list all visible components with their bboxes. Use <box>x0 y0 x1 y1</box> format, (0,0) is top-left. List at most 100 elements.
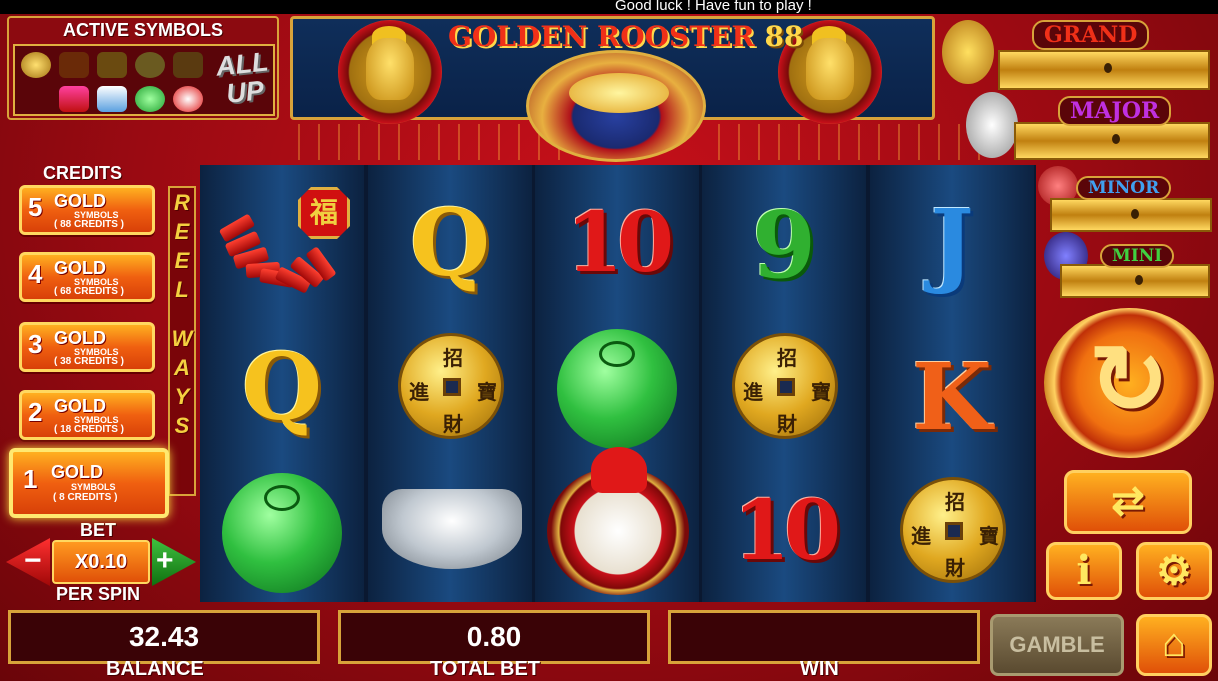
credit-gold-label: GOLD <box>54 396 106 416</box>
jackpot-minor-bar <box>1050 198 1212 232</box>
symbol-q: Q <box>200 315 364 459</box>
total-bet-value: 0.80 <box>466 621 522 652</box>
firecracker-color-icon <box>59 86 89 112</box>
all-up-badge: ALL UP <box>210 46 278 117</box>
symbol-10: 10 <box>702 459 866 603</box>
jackpot-major-bar <box>1014 122 1210 160</box>
reel-ways-letter: R <box>174 190 190 215</box>
silver-ingot-symbol <box>368 459 532 603</box>
jackpot-grand-bar <box>998 50 1210 90</box>
symbol-k: K <box>870 315 1034 459</box>
credit-option-5[interactable]: 5 GOLD SYMBOLS( 88 CREDITS ) <box>19 185 155 235</box>
bet-increase-button[interactable]: + <box>152 538 196 586</box>
info-button[interactable]: i <box>1046 542 1122 600</box>
reel-5: JK 招進 寶財 <box>870 165 1034 602</box>
ingot-color-icon <box>97 86 127 112</box>
minus-icon: − <box>24 544 42 577</box>
gold-coin-icon: 招進 寶財 <box>398 333 504 439</box>
credit-cost-label: ( 38 CREDITS ) <box>54 356 125 367</box>
credit-count: 2 <box>28 397 43 427</box>
jade-dragon-icon <box>222 473 342 593</box>
jackpot-rooster-major <box>966 92 1018 158</box>
reel-ways-letter: Y <box>174 384 190 409</box>
jackpot-rooster-grand <box>942 20 994 84</box>
symbol-10: 10 <box>535 171 699 315</box>
symbol-letter: Q <box>409 189 491 297</box>
reel-ways-letter: E <box>174 219 190 244</box>
firecracker-symbol-icon <box>59 52 89 78</box>
gold-coin-symbol: 招進 寶財 <box>368 315 532 459</box>
reel-3: 10 <box>535 165 699 602</box>
slot-game-screen: Good luck ! Have fun to play ! ACTIVE SY… <box>0 0 1218 681</box>
rooster-wild-symbol <box>535 447 699 603</box>
gamble-button[interactable]: GAMBLE <box>990 614 1124 676</box>
credit-count: 3 <box>28 329 43 359</box>
reel-ways-letter: S <box>174 413 190 438</box>
total-bet-meter: 0.80 <box>338 610 650 664</box>
coin-char: 進 <box>409 382 429 404</box>
jade-dragon-symbol <box>200 459 364 603</box>
credit-cost-label: ( 68 CREDITS ) <box>54 286 125 297</box>
ticker-message: Good luck ! Have fun to play ! <box>615 0 812 14</box>
gold-coin-icon: 招進 寶財 <box>732 333 838 439</box>
reel-ways-letter: E <box>174 248 190 273</box>
coin-symbol-icon <box>21 52 51 78</box>
win-meter <box>668 610 980 664</box>
credit-cost-label: ( 8 CREDITS ) <box>53 492 118 503</box>
coin-char: 財 <box>945 558 965 580</box>
jade-color-icon <box>135 86 165 112</box>
symbol-letter: K <box>912 343 992 451</box>
reel-ways-letter: L <box>175 277 189 302</box>
jackpot-mini-bar <box>1060 264 1210 298</box>
coin-char: 進 <box>743 382 763 404</box>
settings-button[interactable]: ⚙ <box>1136 542 1212 600</box>
symbol-letter: 10 <box>732 483 841 579</box>
game-title-name: GOLDEN ROOSTER <box>448 20 755 53</box>
credit-option-4[interactable]: 4 GOLD SYMBOLS( 68 CREDITS ) <box>19 252 155 302</box>
active-symbols-panel: ACTIVE SYMBOLS ALL UP <box>7 16 279 120</box>
symbol-q: Q <box>368 171 532 315</box>
coin-char: 寶 <box>979 526 999 548</box>
credit-gold-label: GOLD <box>54 191 106 211</box>
game-title-number: 88 <box>764 20 804 53</box>
home-button[interactable]: ⌂ <box>1136 614 1212 676</box>
gold-coin-symbol: 招進 寶財 <box>702 315 866 459</box>
balance-meter: 32.43 <box>8 610 320 664</box>
scroll-decoration-right <box>700 124 980 160</box>
credit-cost-label: ( 88 CREDITS ) <box>54 219 125 230</box>
reel-ways-letter: W <box>171 326 193 351</box>
credit-option-3[interactable]: 3 GOLD SYMBOLS( 38 CREDITS ) <box>19 322 155 372</box>
bet-label: BET <box>80 520 116 540</box>
ticker-bar: Good luck ! Have fun to play ! <box>0 0 1218 14</box>
balance-label: BALANCE <box>106 658 204 680</box>
active-symbols-title: ACTIVE SYMBOLS <box>62 20 223 40</box>
info-icon: i <box>1076 547 1092 594</box>
credit-option-1[interactable]: 1 GOLD SYMBOLS( 8 CREDITS ) <box>9 448 169 518</box>
symbol-letter: Q <box>241 333 323 441</box>
coin-char: 招 <box>777 348 797 370</box>
symbol-9: 9 <box>702 171 866 315</box>
rooster-icon <box>547 447 689 595</box>
rooster-symbol-icon <box>173 52 203 78</box>
reel-ways-banner: REELWAYS <box>168 186 196 496</box>
bet-decrease-button[interactable]: − <box>6 538 50 586</box>
credit-option-2[interactable]: 2 GOLD SYMBOLS( 18 CREDITS ) <box>19 390 155 440</box>
bet-value: X0.10 <box>52 540 150 584</box>
silver-ingot-icon <box>382 489 522 569</box>
gold-coin-symbol: 招進 寶財 <box>870 459 1034 603</box>
reel-grid: 福 Q Q 招進寶財 10 9 招進寶財 10 J K 招進寶財 <box>200 165 1036 602</box>
jackpot-mini-label: MINI <box>1100 244 1175 268</box>
coin-char: 財 <box>777 414 797 436</box>
active-symbols-box: ALL UP <box>13 44 275 116</box>
spin-button[interactable]: ↻ <box>1044 308 1214 458</box>
golden-rooster-medal-left <box>338 20 442 124</box>
coin-char: 招 <box>945 492 965 514</box>
credit-count: 4 <box>28 259 43 289</box>
symbol-letter: 10 <box>565 195 674 291</box>
coin-char: 寶 <box>811 382 831 404</box>
jackpot-grand-label: GRAND <box>1032 20 1150 50</box>
autoplay-button[interactable]: ⇄ <box>1064 470 1192 534</box>
balance-value: 32.43 <box>128 621 200 652</box>
jade-symbol-icon <box>135 52 165 78</box>
plus-icon: + <box>156 544 174 577</box>
